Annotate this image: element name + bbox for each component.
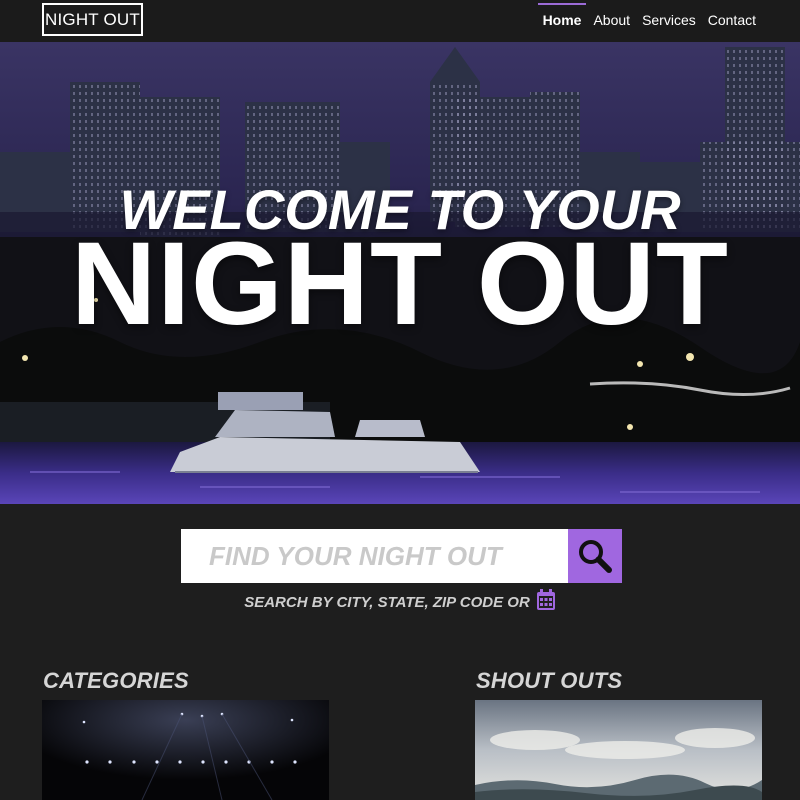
nav-link-contact[interactable]: Contact (708, 0, 756, 42)
nav-link-about[interactable]: About (593, 0, 630, 42)
mountain-landscape-image (475, 700, 762, 800)
search-icon (579, 540, 612, 573)
nav-link-home[interactable]: Home (537, 0, 587, 42)
calendar-icon[interactable] (536, 589, 556, 615)
search-button[interactable] (568, 529, 622, 583)
search-hint-text: SEARCH BY CITY, STATE, ZIP CODE OR (244, 594, 530, 611)
site-logo[interactable]: NIGHT OUT (42, 3, 143, 36)
hero-banner: WELCOME TO YOUR NIGHT OUT (0, 42, 800, 504)
categories-card-image[interactable] (42, 700, 329, 800)
shoutouts-heading: SHOUT OUTS (476, 668, 623, 693)
search-box (181, 529, 622, 583)
navbar: NIGHT OUT Home About Services Contact (0, 0, 800, 42)
categories-heading: CATEGORIES (43, 668, 189, 693)
nav-link-services[interactable]: Services (642, 0, 696, 42)
shoutouts-card-image[interactable] (475, 700, 762, 800)
nav-links: Home About Services Contact (531, 0, 756, 42)
hero-title: NIGHT OUT (71, 218, 729, 350)
stage-lights-image (42, 700, 329, 800)
search-input[interactable] (181, 529, 568, 583)
search-hint: SEARCH BY CITY, STATE, ZIP CODE OR (0, 589, 800, 615)
